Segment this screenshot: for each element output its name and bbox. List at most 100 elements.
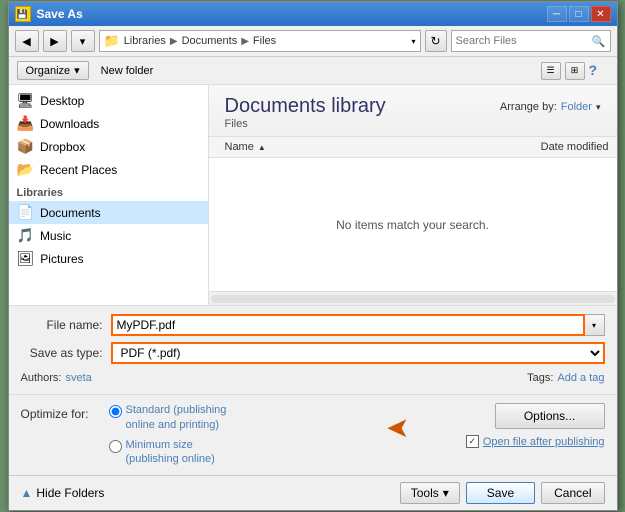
filename-input-wrap: ▾ [111, 314, 605, 336]
filename-dropdown-arrow[interactable]: ▾ [585, 314, 605, 336]
sidebar-item-pictures[interactable]: 🖼 Pictures [9, 247, 208, 270]
optimize-options: Standard (publishingonline and printing)… [109, 403, 227, 466]
open-file-row: ✓ Open file after publishing [466, 435, 605, 448]
authors-label: Authors: [21, 372, 62, 384]
bottom-right: Tools ▾ Save Cancel [400, 482, 605, 504]
filename-label: File name: [21, 318, 111, 332]
sidebar-item-recent-places[interactable]: 📂 Recent Places [9, 158, 208, 181]
recent-places-icon: 📂 [17, 161, 34, 178]
refresh-icon: ↻ [430, 34, 440, 48]
forward-button[interactable]: ▶ [43, 30, 67, 52]
filename-input[interactable] [111, 314, 585, 336]
meta-row: Authors: sveta Tags: Add a tag [21, 370, 605, 386]
title-buttons: ─ □ ✕ [547, 6, 611, 22]
music-icon: 🎵 [17, 227, 34, 244]
arrange-by: Arrange by: Folder ▾ [500, 101, 601, 113]
organize-arrow-icon: ▾ [74, 64, 80, 77]
sidebar-item-music[interactable]: 🎵 Music [9, 224, 208, 247]
search-icon: 🔍 [592, 35, 606, 48]
minimize-button[interactable]: ─ [547, 6, 567, 22]
authors-value[interactable]: sveta [65, 372, 91, 384]
search-box: 🔍 [451, 30, 611, 52]
column-name-header[interactable]: Name ▲ [209, 139, 457, 155]
refresh-button[interactable]: ↻ [425, 30, 447, 52]
optimize-area: Optimize for: Standard (publishingonline… [9, 394, 617, 474]
dropdown-button[interactable]: ▾ [71, 30, 95, 52]
options-button[interactable]: Options... [495, 403, 605, 429]
grid-view-button[interactable]: ⊞ [565, 62, 585, 80]
minimum-label: Minimum size(publishing online) [126, 438, 215, 467]
address-toolbar: ◀ ▶ ▾ 📁 Libraries ▶ Documents ▶ Files ▾ … [9, 26, 617, 57]
breadcrumb-documents: Documents [182, 35, 238, 47]
back-button[interactable]: ◀ [15, 30, 39, 52]
maximize-button[interactable]: □ [569, 6, 589, 22]
minimum-option[interactable]: Minimum size(publishing online) [109, 438, 227, 467]
hide-folders-chevron-icon: ▲ [21, 486, 33, 500]
tools-button[interactable]: Tools ▾ [400, 482, 460, 504]
savetype-input-wrap: PDF (*.pdf) [111, 342, 605, 364]
minimum-radio[interactable] [109, 440, 122, 453]
list-view-button[interactable]: ☰ [541, 62, 561, 80]
window-icon: 💾 [15, 6, 31, 22]
help-button[interactable]: ? [589, 62, 609, 80]
downloads-icon: 📥 [17, 115, 34, 132]
file-header: Documents library Files Arrange by: Fold… [209, 85, 617, 137]
address-dropdown-arrow[interactable]: ▾ [411, 37, 415, 46]
title-bar: 💾 Save As ─ □ ✕ [9, 2, 617, 26]
organize-button[interactable]: Organize ▾ [17, 61, 89, 80]
column-headers: Name ▲ Date modified [209, 137, 617, 158]
title-bar-left: 💾 Save As [15, 6, 83, 22]
filename-row: File name: ▾ [21, 314, 605, 336]
sidebar-section-libraries: Libraries [9, 181, 208, 201]
cancel-button[interactable]: Cancel [541, 482, 604, 504]
save-button[interactable]: Save [466, 482, 535, 504]
new-folder-button[interactable]: New folder [97, 63, 158, 79]
library-title: Documents library [225, 95, 386, 118]
documents-icon: 📄 [17, 204, 34, 221]
arrange-by-arrow: ▾ [596, 102, 601, 113]
sidebar-item-downloads[interactable]: 📥 Downloads [9, 112, 208, 135]
arrange-by-folder-link[interactable]: Folder [561, 101, 592, 113]
optimize-label: Optimize for: [21, 407, 89, 421]
open-file-label[interactable]: Open file after publishing [483, 436, 605, 448]
sidebar-item-documents[interactable]: 📄 Documents [9, 201, 208, 224]
column-date-header: Date modified [457, 139, 617, 155]
breadcrumb-files: Files [253, 35, 276, 47]
savetype-row: Save as type: PDF (*.pdf) [21, 342, 605, 364]
folder-icon: 📁 [104, 33, 120, 49]
search-input[interactable] [456, 35, 592, 47]
standard-label: Standard (publishingonline and printing) [126, 403, 227, 432]
savetype-label: Save as type: [21, 346, 111, 360]
form-area: File name: ▾ Save as type: PDF (*.pdf) A… [9, 305, 617, 394]
sort-arrow-icon: ▲ [258, 143, 266, 152]
tags-label: Tags: [527, 372, 553, 384]
save-as-dialog: 💾 Save As ─ □ ✕ ◀ ▶ ▾ 📁 Libraries ▶ Docu… [8, 1, 618, 510]
horizontal-scrollbar[interactable] [209, 291, 617, 305]
window-title: Save As [37, 7, 83, 21]
tools-arrow-icon: ▾ [443, 486, 449, 500]
dropdown-icon: ▾ [80, 35, 86, 48]
empty-message: No items match your search. [336, 218, 489, 232]
view-buttons: ☰ ⊞ ? [541, 62, 609, 80]
sidebar-item-dropbox[interactable]: 📦 Dropbox [9, 135, 208, 158]
standard-option[interactable]: Standard (publishingonline and printing) [109, 403, 227, 432]
standard-radio[interactable] [109, 405, 122, 418]
breadcrumb-libraries: Libraries [124, 35, 166, 47]
hide-folders-button[interactable]: ▲ Hide Folders [21, 486, 105, 500]
pictures-icon: 🖼 [17, 250, 35, 267]
open-file-checkbox[interactable]: ✓ [466, 435, 479, 448]
sidebar-item-desktop[interactable]: 🖥 Desktop [9, 89, 208, 112]
close-button[interactable]: ✕ [591, 6, 611, 22]
dropbox-icon: 📦 [17, 138, 34, 155]
back-icon: ◀ [22, 35, 30, 48]
main-content: 🖥 Desktop 📥 Downloads 📦 Dropbox 📂 Recent… [9, 85, 617, 305]
desktop-icon: 🖥 [17, 92, 35, 109]
second-toolbar: Organize ▾ New folder ☰ ⊞ ? [9, 57, 617, 85]
tags-value[interactable]: Add a tag [557, 372, 604, 384]
hide-folders-label: Hide Folders [36, 486, 104, 500]
forward-icon: ▶ [50, 35, 58, 48]
file-list-empty: No items match your search. [209, 158, 617, 291]
file-area: Documents library Files Arrange by: Fold… [209, 85, 617, 305]
address-bar[interactable]: 📁 Libraries ▶ Documents ▶ Files ▾ [99, 30, 421, 52]
savetype-select[interactable]: PDF (*.pdf) [111, 342, 605, 364]
